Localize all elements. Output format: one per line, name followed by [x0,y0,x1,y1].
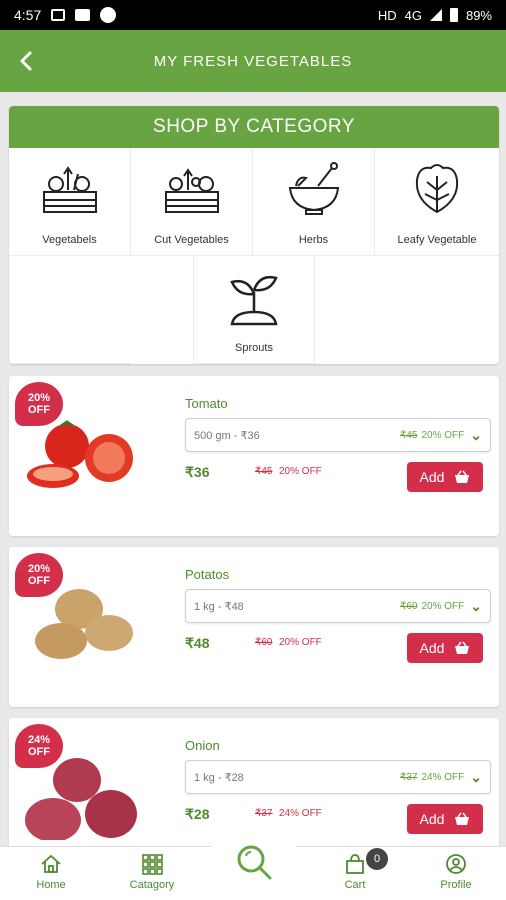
variant-discount: 20% OFF [421,600,465,612]
chevron-left-icon [20,51,32,71]
chevron-down-icon: ⌄ [470,768,482,785]
variant-value: 500 gm - ₹36 [194,429,260,442]
category-vegetables[interactable]: Vegetabels [9,148,131,256]
variant-select[interactable]: 1 kg - ₹28 ₹37 24% OFF ⌄ [185,760,491,794]
profile-icon [446,854,466,874]
variant-discount: 20% OFF [421,429,465,441]
variant-old-price: ₹37 [399,771,418,783]
category-label: Cut Vegetables [154,234,229,246]
search-button[interactable] [208,818,300,900]
add-to-cart-button[interactable]: Add [407,462,483,492]
app-bar: MY FRESH VEGETABLES [0,30,506,92]
variant-old-price: ₹45 [399,429,418,441]
badge-percent: 20% [27,563,51,575]
status-time: 4:57 [14,7,42,23]
search-icon [237,845,272,880]
product-card-tomato: 20% OFF Tomato 500 gm - ₹36 ₹45 20% OFF … [9,376,499,536]
leafy-vegetable-icon [415,164,459,214]
network-type: HD [377,7,397,23]
variant-select[interactable]: 1 kg - ₹48 ₹60 20% OFF ⌄ [185,589,491,623]
cart-bag-icon [346,854,364,874]
image-notification-icon [51,9,66,21]
category-card: SHOP BY CATEGORY Vegetabels Cut Vegetabl… [9,106,499,364]
add-button-label: Add [419,811,445,827]
signal-icon [429,9,442,21]
nav-cart-label: Cart [344,879,366,891]
variant-value: 1 kg - ₹48 [194,600,244,613]
category-label: Leafy Vegetable [397,234,477,246]
page-title: MY FRESH VEGETABLES [153,52,353,70]
variant-old-price: ₹60 [399,600,418,612]
nav-home[interactable]: Home [16,853,86,891]
home-icon [41,854,61,873]
nav-profile-label: Profile [440,879,472,891]
discount-badge: 24% OFF [15,724,63,768]
category-herbs[interactable]: Herbs [253,148,375,256]
badge-percent: 20% [27,392,51,404]
category-sprouts[interactable]: Sprouts [193,256,315,364]
product-discount: 20% OFF [279,466,322,477]
add-to-cart-button[interactable]: Add [407,633,483,663]
mail-notification-icon [75,9,91,21]
chevron-down-icon: ⌄ [470,597,482,614]
add-button-label: Add [419,640,445,656]
category-label: Vegetabels [42,234,97,246]
badge-off: OFF [28,404,50,416]
category-label: Sprouts [235,342,273,354]
product-old-price: ₹60 [255,637,273,648]
product-old-price: ₹45 [255,466,273,477]
product-discount: 20% OFF [279,637,322,648]
product-name: Potatos [185,567,230,582]
category-leafy-vegetable[interactable]: Leafy Vegetable [375,148,499,256]
mortar-pestle-icon [288,162,339,215]
cart-count-badge: 0 [366,848,388,870]
add-to-cart-button[interactable]: Add [407,804,483,834]
discount-badge: 20% OFF [15,553,63,597]
badge-off: OFF [28,746,50,758]
battery-level: 89% [465,7,492,23]
nav-category[interactable]: Catagory [117,853,187,891]
signal-type: 4G [404,7,422,23]
variant-select[interactable]: 500 gm - ₹36 ₹45 20% OFF ⌄ [185,418,491,452]
nav-home-label: Home [36,879,66,891]
back-button[interactable] [0,30,52,92]
basket-icon [455,470,470,483]
cut-vegetable-crate-icon [164,168,219,213]
badge-percent: 24% [27,734,51,746]
product-name: Onion [185,738,220,753]
discount-badge: 20% OFF [15,382,63,426]
product-price: ₹48 [185,635,210,651]
add-button-label: Add [419,469,445,485]
chevron-down-icon: ⌄ [470,426,482,443]
product-price: ₹36 [185,464,210,480]
category-cut-vegetables[interactable]: Cut Vegetables [131,148,253,256]
nav-profile[interactable]: Profile [421,853,491,891]
battery-icon [449,8,458,22]
product-card-potatos: 20% OFF Potatos 1 kg - ₹48 ₹60 20% OFF ⌄… [9,547,499,707]
category-empty [9,256,131,364]
badge-off: OFF [28,575,50,587]
category-label: Herbs [298,234,329,246]
basket-icon [455,641,470,654]
product-discount: 24% OFF [279,808,322,819]
basket-icon [455,812,470,825]
category-grid: Vegetabels Cut Vegetables Herbs Leafy Ve… [9,148,499,364]
sprout-icon [230,276,278,326]
product-name: Tomato [185,396,228,411]
vegetable-crate-icon [42,166,97,213]
variant-discount: 24% OFF [421,771,465,783]
category-header: SHOP BY CATEGORY [9,106,499,148]
grid-icon [142,854,163,875]
variant-value: 1 kg - ₹28 [194,771,244,784]
product-price: ₹28 [185,806,210,822]
app-notification-icon [100,7,117,23]
nav-category-label: Catagory [129,879,175,891]
status-bar: 4:57 HD 4G 89% [0,0,506,30]
